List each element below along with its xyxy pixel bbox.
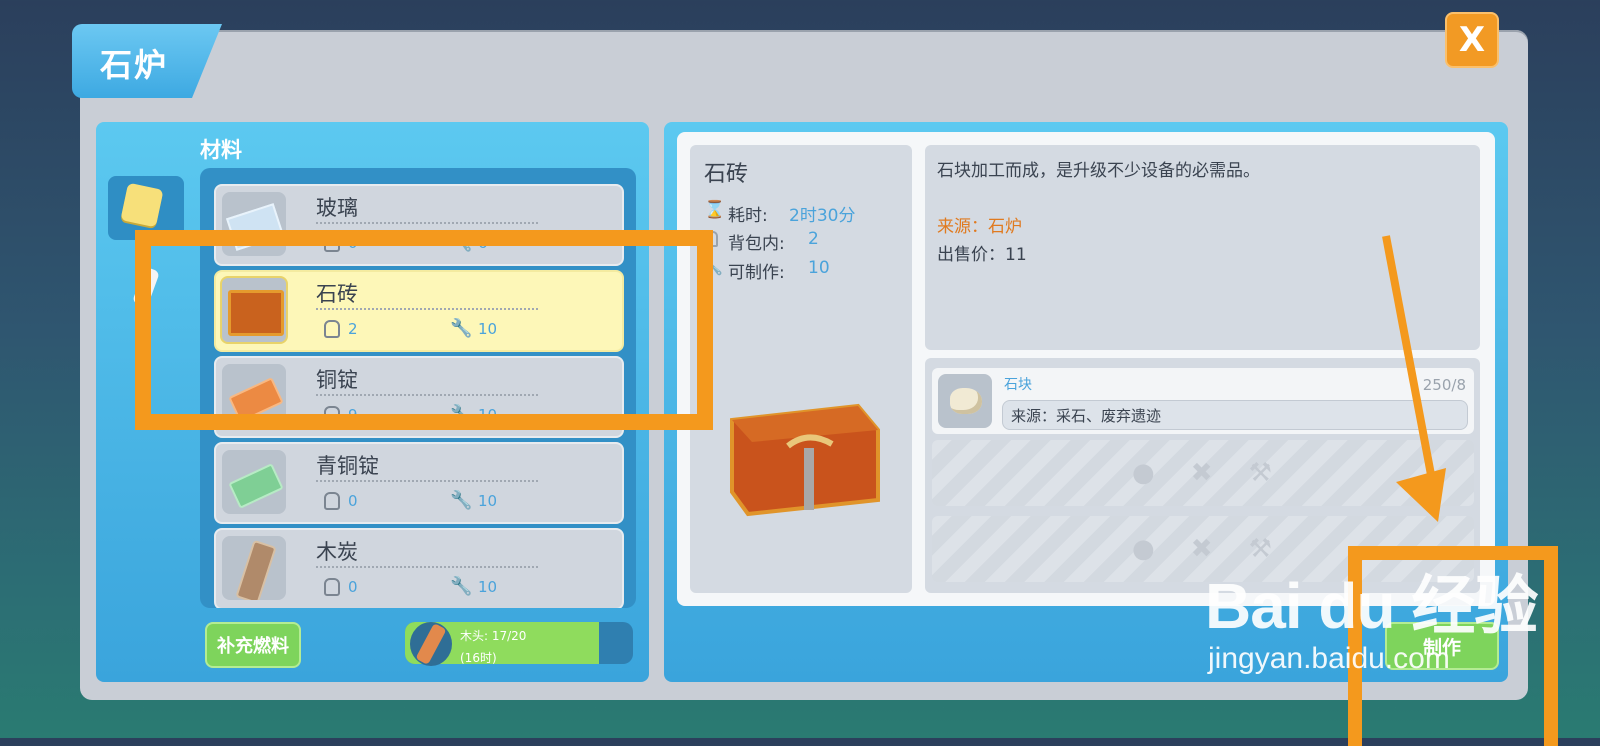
material-category-icon [120,182,164,228]
apple-icon: ● [1132,534,1155,564]
watermark-logo: Bai du 经验 [1205,570,1538,642]
cross-icon: ✖ [1190,458,1213,488]
craftable-count: 10 [478,578,498,596]
bag-icon [324,578,340,596]
window-title: 石炉 [100,46,169,84]
material-source: 来源：采石、废弃遗迹 [1011,407,1162,425]
charcoal-icon [222,536,286,600]
item-description: 石块加工而成，是升级不少设备的必需品。 [937,161,1260,181]
bag-count: 0 [348,492,358,510]
time-label: 耗时: [728,206,768,226]
refuel-button[interactable]: 补充燃料 [205,622,301,668]
bag-icon [324,492,340,510]
craftable-count: 10 [478,492,498,510]
wrench-icon: 🔧 [450,576,473,597]
stone-icon [938,374,992,428]
close-button[interactable]: X [1445,12,1499,68]
list-item-bronze-ingot[interactable]: 青铜锭 0 🔧 10 [214,442,624,524]
arrow-icon [1382,235,1446,522]
detail-item-name: 石砖 [704,162,749,187]
list-item-charcoal[interactable]: 木炭 0 🔧 10 [214,528,624,608]
bag-count: 0 [348,578,358,596]
craft-value: 10 [808,258,830,278]
stone-brick-preview-icon [730,403,880,517]
apple-icon: ● [1132,458,1155,488]
item-price: 出售价：11 [937,245,1027,265]
bronze-ingot-icon [222,450,286,514]
bag-label: 背包内: [728,234,785,254]
item-source: 来源：石炉 [937,217,1022,237]
watermark-url: jingyan.baidu.com [1208,642,1450,675]
category-title: 材料 [200,138,242,162]
item-name: 玻璃 [316,196,358,220]
fuel-time: (16时) [460,651,497,665]
craft-label: 可制作: [728,263,785,283]
wood-log-icon [410,622,452,666]
item-name: 木炭 [316,540,358,564]
time-value: 2时30分 [789,206,856,226]
item-name: 青铜锭 [316,454,379,478]
wrench-icon: 🔧 [450,490,473,511]
hourglass-icon: ⌛ [704,200,726,220]
tool-icon: ⚒ [1248,458,1272,488]
material-name: 石块 [1004,377,1032,393]
bag-value: 2 [808,229,819,249]
highlight-box-item [135,230,713,430]
fuel-label: 木头: 17/20 [460,629,527,643]
